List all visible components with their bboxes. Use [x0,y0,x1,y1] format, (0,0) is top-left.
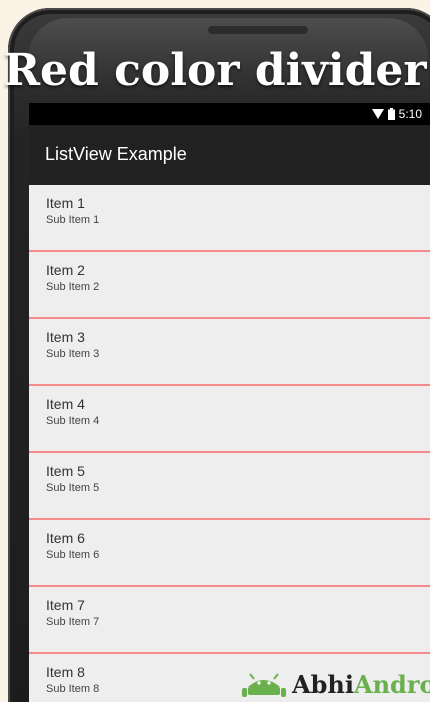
list-item-subtitle: Sub Item 8 [46,683,100,695]
battery-icon [387,108,395,120]
page: Red color divider 5:10 ListView Example … [0,0,430,702]
list-item-subtitle: Sub Item 6 [46,549,100,561]
headline-title: Red color divider [3,45,427,96]
list-item-title: Item 2 [46,262,85,278]
list-item-title: Item 3 [46,329,85,345]
watermark-text: AbhiAndroi [292,673,430,697]
list-view[interactable]: Item 1 Sub Item 1 Item 2 Sub Item 2 Item… [29,185,430,702]
list-item[interactable]: Item 6 Sub Item 6 [29,520,430,587]
list-item[interactable]: Item 4 Sub Item 4 [29,386,430,453]
list-item[interactable]: Item 5 Sub Item 5 [29,453,430,520]
list-item-title: Item 5 [46,463,85,479]
watermark-text-part2: Androi [353,670,430,699]
list-item-title: Item 7 [46,597,85,613]
list-item-subtitle: Sub Item 1 [46,214,100,226]
status-time: 5:10 [398,107,422,121]
list-item[interactable]: Item 2 Sub Item 2 [29,252,430,319]
list-item[interactable]: Item 7 Sub Item 7 [29,587,430,654]
list-item-subtitle: Sub Item 2 [46,281,100,293]
device-screen: 5:10 ListView Example Item 1 Sub Item 1 … [29,103,430,702]
list-item-subtitle: Sub Item 3 [46,348,100,360]
phone-speaker [208,26,308,34]
list-item-title: Item 1 [46,195,85,211]
app-bar-title: ListView Example [45,144,187,164]
status-icons: 5:10 [371,105,422,123]
android-logo-icon [240,671,288,699]
list-item[interactable]: Item 1 Sub Item 1 [29,185,430,252]
list-item-subtitle: Sub Item 7 [46,616,100,628]
list-item-subtitle: Sub Item 4 [46,415,100,427]
list-item-title: Item 6 [46,530,85,546]
watermark-text-part1: Abhi [292,670,354,699]
list-item[interactable]: Item 3 Sub Item 3 [29,319,430,386]
app-bar: ListView Example [29,125,430,185]
watermark: AbhiAndroi [240,668,430,702]
status-bar: 5:10 [29,103,430,125]
list-item-title: Item 8 [46,664,85,680]
wifi-icon [371,108,384,120]
list-item-title: Item 4 [46,396,85,412]
list-item-subtitle: Sub Item 5 [46,482,100,494]
